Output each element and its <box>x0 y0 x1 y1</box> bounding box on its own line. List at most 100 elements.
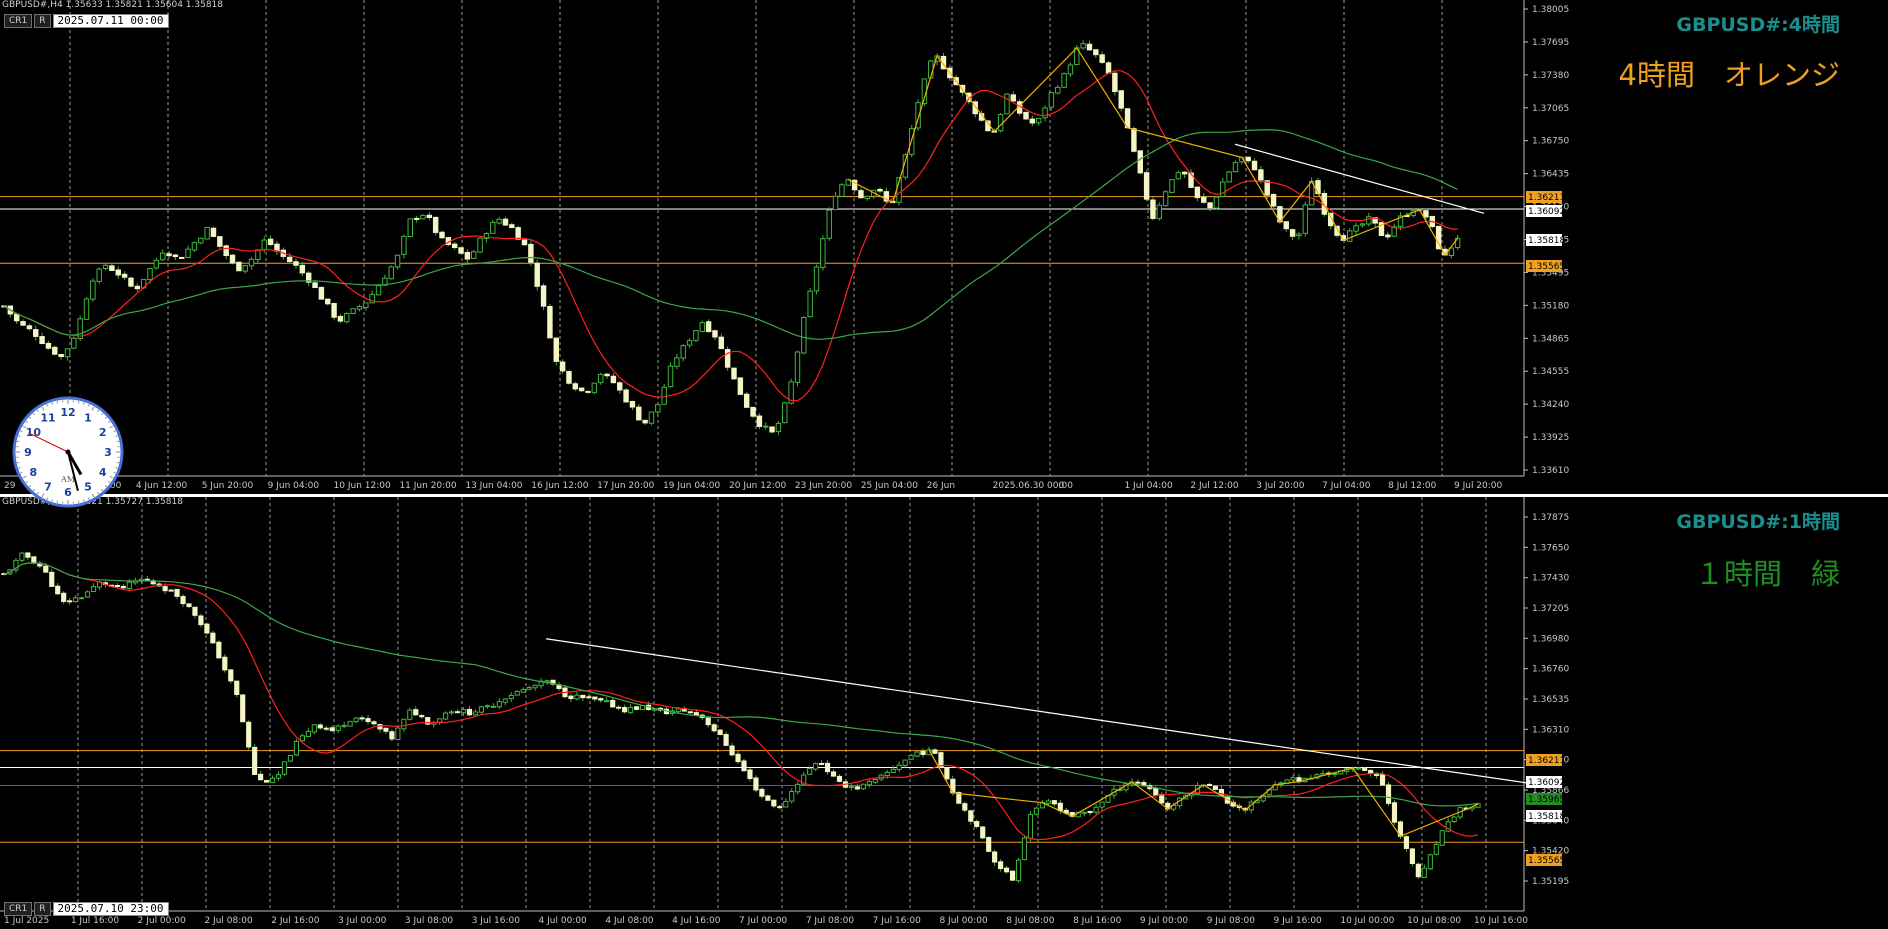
candle-body <box>179 256 185 259</box>
candle-body <box>693 330 699 341</box>
candle-body <box>628 706 634 713</box>
candle-body <box>902 759 908 767</box>
candle-body <box>750 406 756 417</box>
candle-body <box>363 302 369 308</box>
candle-body <box>763 425 769 428</box>
candle-body <box>1051 800 1057 805</box>
candle-body <box>64 348 71 358</box>
clock-tick <box>51 402 54 405</box>
candle-body <box>741 760 747 772</box>
candle-body <box>1391 802 1398 823</box>
candle-body <box>73 597 79 603</box>
candle-body <box>395 727 401 740</box>
candle-body <box>454 711 461 714</box>
candle-body <box>1366 216 1372 225</box>
time-tick-label: 9 Jul 00:00 <box>1140 916 1189 926</box>
candle-body <box>1156 204 1163 219</box>
candle-body <box>341 724 347 728</box>
price-tag-label: 1.35965 <box>1528 795 1565 805</box>
candle-body <box>490 705 496 708</box>
candle-body <box>1131 128 1137 152</box>
candle-body <box>1258 169 1264 181</box>
candle-body <box>1232 162 1239 173</box>
h4-cr1-button[interactable]: CR1 <box>4 14 33 28</box>
candle-body <box>102 264 109 269</box>
candle-body <box>980 826 986 839</box>
candle-body <box>466 708 473 716</box>
time-tick-label: 4 Jun 12:00 <box>136 481 188 491</box>
candle-body <box>134 285 141 290</box>
candle-body <box>159 252 166 261</box>
h1-r-button[interactable]: R <box>34 902 51 916</box>
h4-ohlc-info: GBPUSD#,H4 1.35633 1.35821 1.35604 1.358… <box>2 0 224 10</box>
clock-numeral: 2 <box>99 426 107 439</box>
candle-body <box>350 308 356 314</box>
candle-body <box>1415 863 1421 878</box>
candle-body <box>329 727 335 732</box>
candle-body <box>261 239 267 251</box>
h4-chart-canvas[interactable]: 1.38005 1.37695 1.37380 1.37065 1.36750 1.364… <box>0 0 1888 494</box>
candle-body <box>109 265 115 271</box>
price-tag-label: 1.36211 <box>1528 193 1565 203</box>
h1-chart-canvas[interactable]: 1.37875 1.37650 1.37430 1.37205 1.36980 1.367… <box>0 497 1888 929</box>
candle-body <box>1048 92 1055 108</box>
time-tick-label: 8 Jul 00:00 <box>939 916 988 926</box>
h4-chart-pane[interactable]: 1.38005 1.37695 1.37380 1.37065 1.36750 1.364… <box>0 0 1888 494</box>
h1-cr1-button[interactable]: CR1 <box>4 902 33 916</box>
candle-body <box>769 426 775 433</box>
time-tick-label: 2 Jul 16:00 <box>271 916 320 926</box>
candle-body <box>580 694 586 699</box>
candle-body <box>1385 234 1391 238</box>
h4-r-button[interactable]: R <box>34 14 51 28</box>
clock-tick <box>18 435 21 438</box>
candle-body <box>471 251 477 259</box>
candle-body <box>58 354 64 358</box>
candle-body <box>783 800 789 808</box>
candle-body <box>598 698 604 701</box>
candle-body <box>1015 859 1022 882</box>
candle-body <box>45 342 52 349</box>
candle-body <box>115 269 121 276</box>
candle-body <box>568 695 574 700</box>
price-tag-label: 1.36092 <box>1528 778 1565 788</box>
candle-body <box>216 641 222 659</box>
candle-body <box>246 721 252 748</box>
candle-body <box>1283 221 1289 230</box>
candle-body <box>723 734 729 746</box>
candle-body <box>667 365 674 388</box>
price-tick-label: 1.38005 <box>1532 5 1569 15</box>
candle-body <box>1427 854 1433 870</box>
clock-numeral: 9 <box>24 446 32 459</box>
price-tick-label: 1.33610 <box>1532 466 1569 476</box>
price-tick-label: 1.35195 <box>1532 877 1569 887</box>
candle-body <box>515 227 521 240</box>
time-tick-label: 9 Jul 08:00 <box>1207 916 1256 926</box>
candle-body <box>1181 171 1188 175</box>
price-tick-label: 1.35180 <box>1532 301 1569 311</box>
candle-body <box>168 589 174 592</box>
candle-body <box>401 235 407 255</box>
candle-body <box>636 406 642 421</box>
candle-body <box>836 775 843 782</box>
candle-body <box>896 764 902 770</box>
candle-body <box>210 227 217 237</box>
h1-chart-pane[interactable]: 1.37875 1.37650 1.37430 1.37205 1.36980 1.367… <box>0 497 1888 929</box>
candle-body <box>229 254 236 264</box>
candle-body <box>813 763 819 770</box>
candle-body <box>992 851 998 863</box>
candle-body <box>711 724 717 732</box>
candle-body <box>592 696 598 700</box>
candle-body <box>496 218 502 224</box>
candle-body <box>860 783 866 790</box>
candle-body <box>1004 93 1010 115</box>
candle-body <box>724 349 731 368</box>
time-tick-label: 9 Jun 04:00 <box>268 481 320 491</box>
candle-body <box>335 725 341 731</box>
candle-body <box>848 785 855 788</box>
candle-body <box>353 717 359 723</box>
clock-numeral: 12 <box>60 406 75 419</box>
clock-center <box>65 449 71 455</box>
candle-body <box>90 280 96 300</box>
candle-body <box>756 415 763 427</box>
candle-body <box>419 715 425 718</box>
